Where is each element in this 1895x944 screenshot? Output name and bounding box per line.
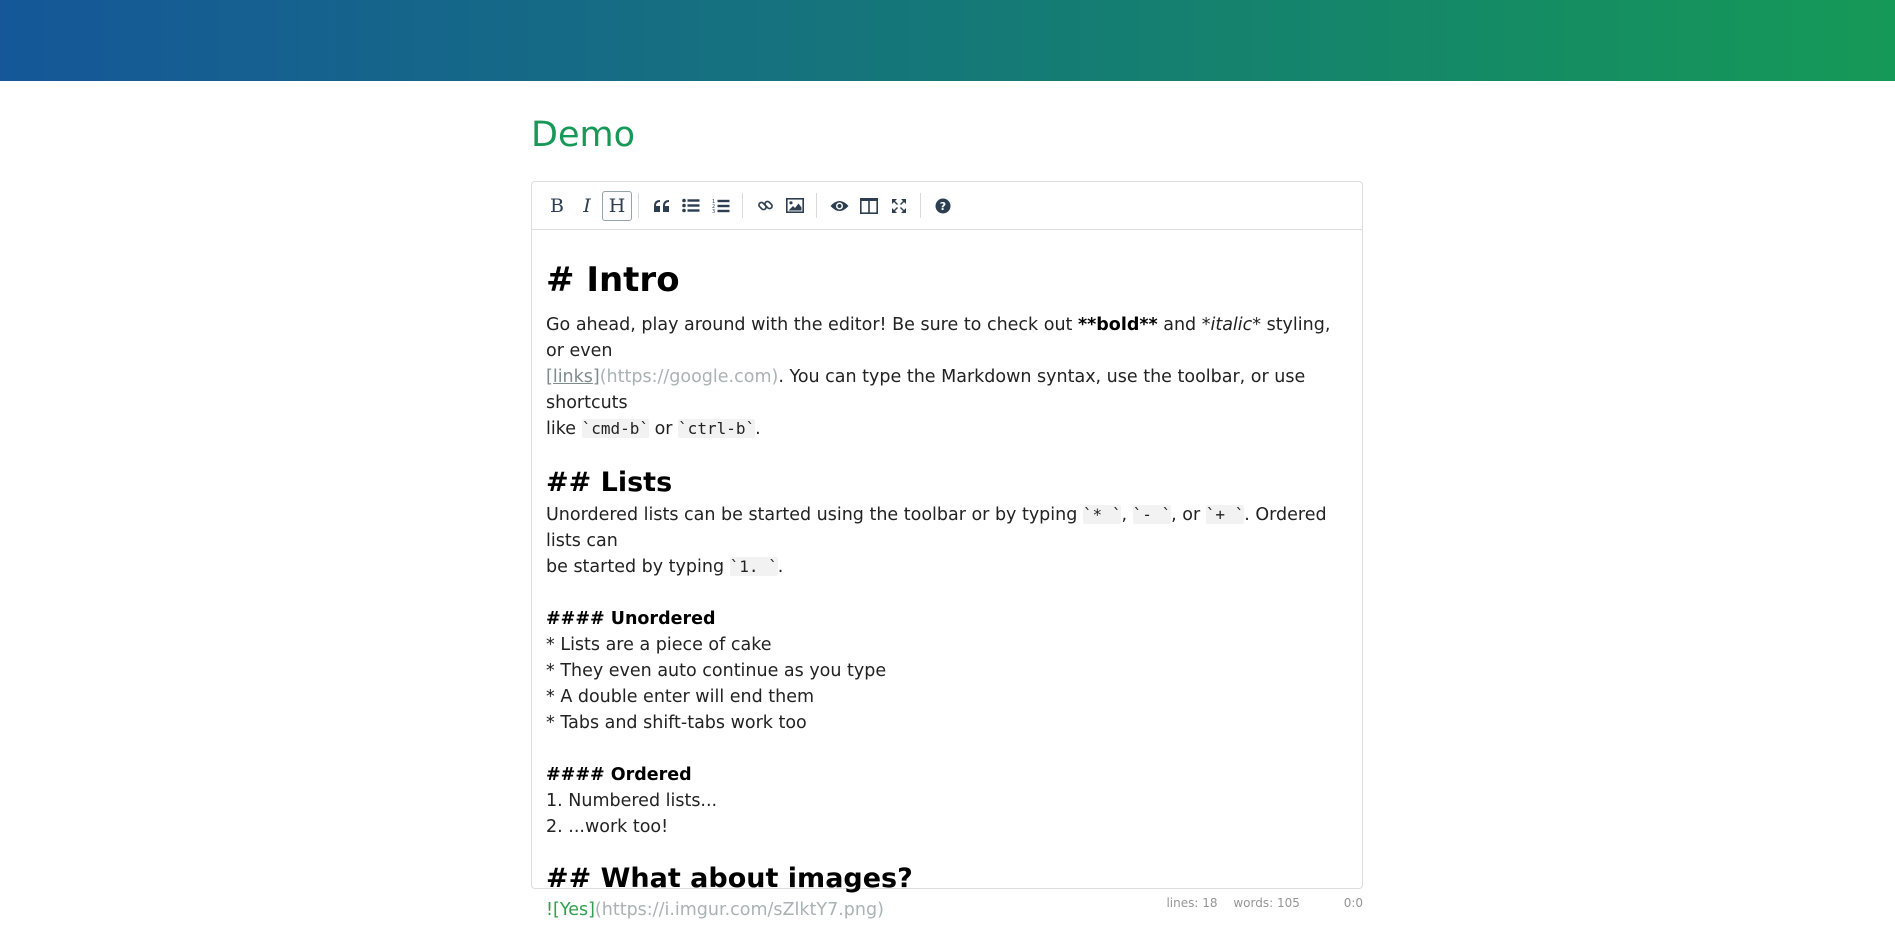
cursor-position: 0:0 <box>1343 896 1363 910</box>
ordered-list-icon: 1 2 3 <box>712 199 730 214</box>
lists-paragraph-line2: be started by typing `1. `. <box>546 554 1348 580</box>
page-title: Demo <box>531 115 635 155</box>
header-banner <box>0 0 1895 81</box>
bold-button[interactable]: B <box>542 191 572 221</box>
editor-statusbar: lines: 18 words: 105 0:0 <box>531 896 1363 910</box>
editor-text-area[interactable]: # Intro Go ahead, play around with the e… <box>532 230 1362 923</box>
fullscreen-button[interactable] <box>884 191 914 221</box>
editor-toolbar: B I H 1 2 3 ? <box>532 182 1362 230</box>
list-item: * Tabs and shift-tabs work too <box>546 713 807 733</box>
unordered-list-icon <box>682 198 700 213</box>
expand-icon <box>892 198 906 213</box>
intro-paragraph: Go ahead, play around with the editor! B… <box>546 312 1348 364</box>
lists-heading: ## Lists <box>546 467 673 498</box>
link-url: (https://google.com) <box>599 367 779 387</box>
lines-count: lines: 18 <box>1166 896 1218 910</box>
inline-code: `- ` <box>1132 505 1172 524</box>
intro-heading: # Intro <box>546 260 680 300</box>
heading-button[interactable]: H <box>602 190 632 221</box>
svg-text:3: 3 <box>712 209 715 214</box>
side-by-side-button[interactable] <box>854 191 884 221</box>
toolbar-separator <box>742 193 744 218</box>
toolbar-separator <box>816 193 818 218</box>
list-item: 1. Numbered lists... <box>546 791 718 811</box>
list-item: 2. ...work too! <box>546 817 669 837</box>
image-icon <box>786 198 804 213</box>
link-button[interactable] <box>750 191 780 221</box>
text-run: and <box>1157 315 1202 335</box>
unordered-list-button[interactable] <box>676 191 706 221</box>
inline-code: `cmd-b` <box>581 419 650 438</box>
lists-paragraph: Unordered lists can be started using the… <box>546 502 1348 554</box>
link-text: [links] <box>546 367 600 387</box>
image-button[interactable] <box>780 191 810 221</box>
inline-code: `+ ` <box>1205 505 1245 524</box>
inline-code: `ctrl-b` <box>678 419 756 438</box>
intro-paragraph-line3: like `cmd-b` or `ctrl-b`. <box>546 416 1348 442</box>
italic-text: *italic* <box>1201 315 1262 335</box>
question-icon: ? <box>935 198 951 213</box>
ordered-heading: #### Ordered <box>546 765 692 785</box>
words-count: words: 105 <box>1233 896 1300 910</box>
text-run: Unordered lists can be started using the… <box>546 505 1083 525</box>
unordered-heading: #### Unordered <box>546 609 716 629</box>
toolbar-separator <box>638 193 640 218</box>
images-heading: ## What about images? <box>546 863 913 894</box>
italic-icon: I <box>583 194 591 217</box>
eye-icon <box>830 200 848 211</box>
list-item: * A double enter will end them <box>546 687 815 707</box>
preview-button[interactable] <box>824 191 854 221</box>
italic-button[interactable]: I <box>572 191 602 221</box>
link-icon <box>757 200 773 211</box>
inline-code: `* ` <box>1082 505 1122 524</box>
bold-text: **bold** <box>1077 315 1158 335</box>
list-item: * Lists are a piece of cake <box>546 635 772 655</box>
guide-button[interactable]: ? <box>928 191 958 221</box>
markdown-editor: B I H 1 2 3 ? # Intro Go ahead, play aro… <box>531 181 1363 920</box>
text-run: . <box>777 557 784 577</box>
quote-icon <box>653 199 669 212</box>
columns-icon <box>860 197 878 214</box>
text-run: . <box>755 419 761 439</box>
text-run: be started by typing <box>546 557 730 577</box>
main-content: Demo B I H 1 2 3 ? # Intro Go ahead, pla… <box>531 81 1363 920</box>
heading-icon: H <box>608 194 626 217</box>
intro-paragraph-line2: [links](https://google.com). You can typ… <box>546 364 1348 416</box>
ordered-list-button[interactable]: 1 2 3 <box>706 191 736 221</box>
quote-button[interactable] <box>646 191 676 221</box>
list-item: * They even auto continue as you type <box>546 661 887 681</box>
inline-code: `1. ` <box>729 557 778 576</box>
toolbar-separator <box>920 193 922 218</box>
text-run: or <box>649 419 679 439</box>
text-run: like <box>546 419 582 439</box>
svg-text:?: ? <box>940 200 946 213</box>
bold-icon: B <box>550 194 564 217</box>
text-run: , <box>1121 505 1133 525</box>
text-run: Go ahead, play around with the editor! B… <box>546 315 1078 335</box>
text-run: , or <box>1171 505 1206 525</box>
